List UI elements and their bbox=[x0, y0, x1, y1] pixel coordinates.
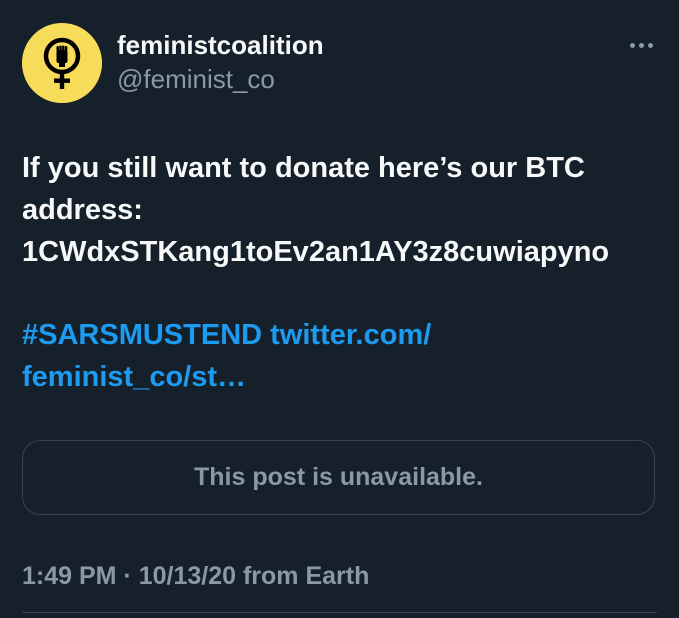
tweet-links: #SARSMUSTEND twitter.com/ feminist_co/st… bbox=[22, 314, 662, 398]
feminist-fist-symbol-icon bbox=[22, 23, 102, 103]
quoted-post-unavailable: This post is unavailable. bbox=[22, 440, 655, 515]
tweet-link-line: feminist_co/st… bbox=[22, 356, 662, 398]
more-horizontal-icon[interactable] bbox=[620, 30, 662, 60]
tweet: feministcoalition @feminist_co If you st… bbox=[0, 0, 679, 618]
tweet-text: If you still want to donate here’s our B… bbox=[22, 147, 662, 273]
author-handle[interactable]: @feminist_co bbox=[117, 63, 275, 95]
tweet-text-line: If you still want to donate here’s our B… bbox=[22, 152, 585, 184]
hashtag-link[interactable]: #SARSMUSTEND bbox=[22, 319, 262, 351]
tweet-timestamp[interactable]: 1:49 PM · 10/13/20 from Earth bbox=[22, 559, 369, 593]
author-display-name[interactable]: feministcoalition bbox=[117, 29, 324, 61]
avatar[interactable] bbox=[22, 23, 102, 103]
url-link-part1[interactable]: twitter.com/ bbox=[270, 319, 431, 351]
tweet-link-line: #SARSMUSTEND twitter.com/ bbox=[22, 314, 662, 356]
divider bbox=[22, 612, 657, 613]
more-dot bbox=[647, 42, 653, 48]
btc-address: 1CWdxSTKang1toEv2an1AY3z8cuwiapyno bbox=[22, 236, 610, 268]
more-dot bbox=[638, 42, 644, 48]
tweet-text-line: address: bbox=[22, 194, 143, 226]
url-link-part2[interactable]: feminist_co/st… bbox=[22, 361, 246, 393]
more-dot bbox=[629, 42, 635, 48]
